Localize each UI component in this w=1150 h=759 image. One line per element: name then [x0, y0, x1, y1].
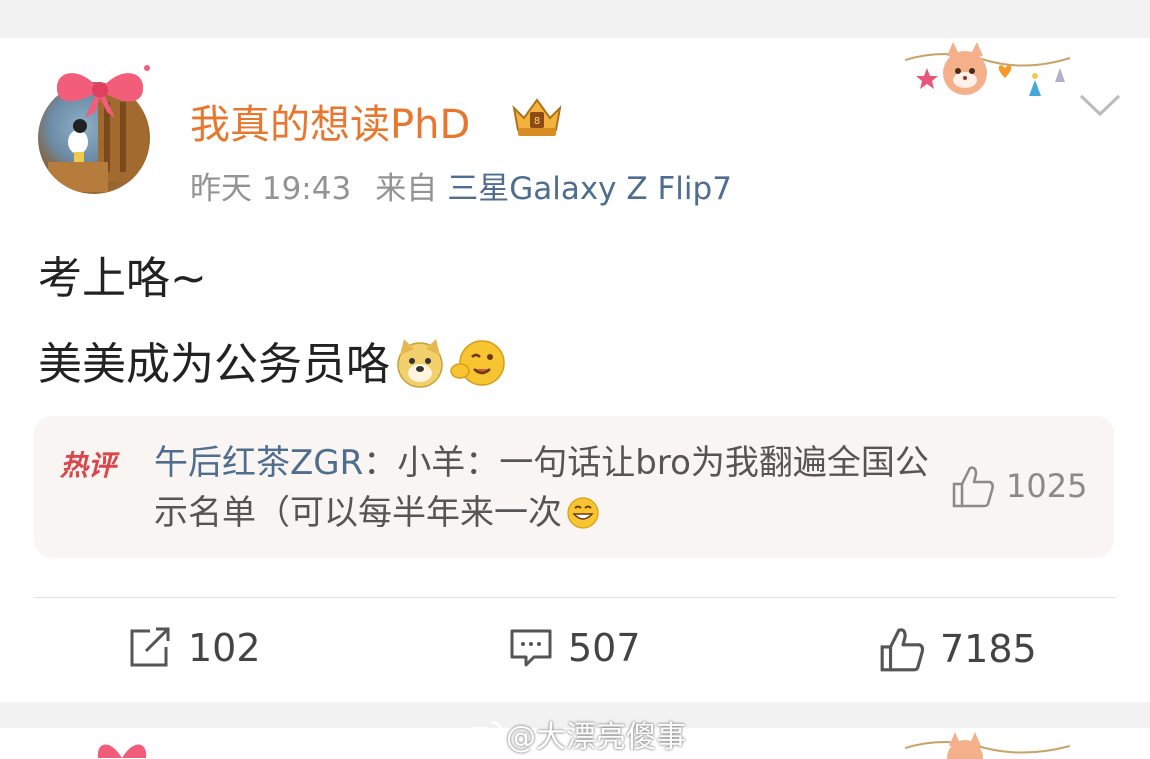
watermark-text: @大漂亮傻事 — [506, 720, 686, 755]
hot-comment-text: 午后红茶ZGR：小羊：一句话让bro为我翻遍全国公示名单（可以每半年来一次 — [154, 438, 934, 538]
more-chevron-down-icon[interactable] — [1079, 94, 1121, 118]
device-link[interactable]: 三星Galaxy Z Flip7 — [447, 171, 732, 207]
post-meta: 昨天 19:43 来自 三星Galaxy Z Flip7 — [190, 163, 732, 208]
wink-emoji-icon — [450, 340, 505, 386]
doge-emoji-icon — [397, 339, 443, 388]
post-text-line2: 美美成为公务员咯 — [38, 328, 506, 392]
comment-count: 507 — [568, 626, 641, 670]
bow-decoration-icon — [97, 744, 147, 758]
card-decoration-icon — [905, 42, 1071, 96]
watermark: @大漂亮傻事 — [462, 712, 686, 756]
like-count: 7185 — [940, 627, 1037, 671]
weibo-post-card: 我真的想读PhD 8 昨天 19:43 来自 三星Galaxy Z Flip7 考上… — [0, 38, 1150, 702]
crown-badge-icon[interactable]: 8 — [510, 94, 564, 138]
card-decoration-icon — [905, 732, 1071, 759]
repost-count: 102 — [188, 626, 261, 670]
divider — [34, 597, 1116, 598]
thumbs-up-icon — [880, 628, 925, 672]
svg-text:8: 8 — [534, 116, 540, 127]
bow-decoration-icon — [56, 65, 150, 118]
comment-button[interactable]: 507 — [508, 626, 641, 670]
post-text-line1: 考上咯~ — [38, 253, 207, 304]
like-button[interactable]: 7185 — [878, 626, 1037, 672]
weibo-logo-icon — [462, 720, 504, 750]
from-label: 来自 — [375, 171, 438, 207]
thumbs-up-icon — [952, 466, 994, 508]
hot-comment-box[interactable]: 热评 午后红茶ZGR：小羊：一句话让bro为我翻遍全国公示名单（可以每半年来一次… — [34, 416, 1114, 558]
post-time: 昨天 19:43 — [190, 171, 352, 207]
post-text-line2-content: 美美成为公务员咯 — [38, 339, 390, 390]
hot-comment-like-count: 1025 — [1006, 467, 1088, 505]
grin-emoji-icon — [567, 497, 599, 529]
hot-comment-author[interactable]: 午后红茶ZGR — [154, 443, 363, 483]
comment-icon — [510, 629, 552, 667]
hot-comment-separator: ： — [363, 443, 398, 483]
username[interactable]: 我真的想读PhD — [190, 92, 470, 150]
hot-comment-like-button[interactable]: 1025 — [950, 464, 1087, 508]
repost-icon — [130, 627, 170, 667]
hot-comment-badge: 热评 — [60, 449, 117, 482]
repost-button[interactable]: 102 — [128, 626, 261, 670]
